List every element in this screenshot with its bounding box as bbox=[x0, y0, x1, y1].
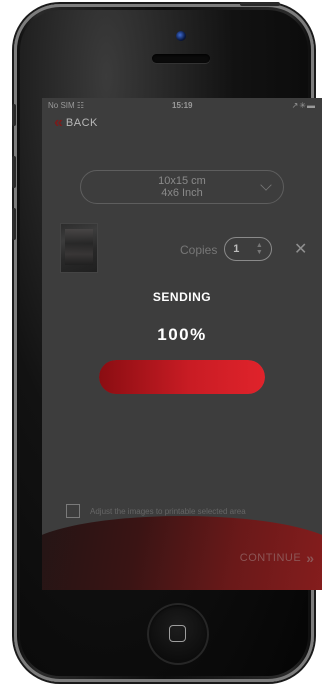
home-square-icon bbox=[169, 625, 186, 642]
sending-status: SENDING bbox=[152, 290, 212, 304]
status-time: 15:19 bbox=[172, 101, 193, 110]
chevron-down-icon bbox=[260, 179, 272, 191]
copies-label: Copies bbox=[180, 243, 218, 257]
continue-label: CONTINUE bbox=[239, 552, 302, 564]
front-camera bbox=[176, 31, 186, 41]
wifi-icon: ☷ bbox=[76, 101, 85, 110]
photo-thumbnail[interactable] bbox=[60, 223, 98, 273]
double-chevron-left-icon: « bbox=[54, 114, 63, 131]
bluetooth-icon: ✳ bbox=[299, 101, 307, 110]
print-size-inch: 4x6 Inch bbox=[161, 187, 203, 199]
adjust-checkbox[interactable] bbox=[66, 504, 80, 518]
copies-stepper[interactable]: 1 ▲ ▼ bbox=[224, 237, 272, 261]
power-button bbox=[240, 2, 280, 6]
back-button[interactable]: « BACK bbox=[54, 114, 98, 131]
double-chevron-right-icon: » bbox=[306, 550, 314, 566]
print-size-cm: 10x15 cm bbox=[158, 175, 206, 187]
volume-up-button bbox=[12, 156, 16, 188]
carrier-label: No SIM ☷ bbox=[48, 101, 85, 110]
copies-value: 1 bbox=[233, 243, 240, 255]
adjust-label: Adjust the images to printable selected … bbox=[90, 506, 246, 516]
earpiece-speaker bbox=[152, 54, 210, 63]
volume-down-button bbox=[12, 208, 16, 240]
continue-button[interactable]: CONTINUE » bbox=[239, 550, 314, 566]
stepper-arrows-icon[interactable]: ▲ ▼ bbox=[256, 242, 263, 256]
progress-bar bbox=[99, 360, 265, 394]
status-icons: ↗✳▬ bbox=[292, 101, 316, 110]
battery-icon: ▬ bbox=[307, 101, 316, 110]
app-screen: No SIM ☷ 15:19 ↗✳▬ « BACK 10x15 cm 4x6 I… bbox=[42, 98, 322, 590]
back-label: BACK bbox=[65, 117, 98, 129]
mute-switch bbox=[12, 104, 16, 126]
print-size-select[interactable]: 10x15 cm 4x6 Inch bbox=[80, 170, 284, 204]
status-bar: No SIM ☷ 15:19 ↗✳▬ bbox=[42, 98, 322, 112]
remove-photo-icon[interactable]: ✕ bbox=[294, 239, 307, 259]
home-button[interactable] bbox=[147, 603, 209, 665]
progress-percent: 100% bbox=[157, 325, 207, 344]
progress-fill bbox=[99, 360, 265, 394]
